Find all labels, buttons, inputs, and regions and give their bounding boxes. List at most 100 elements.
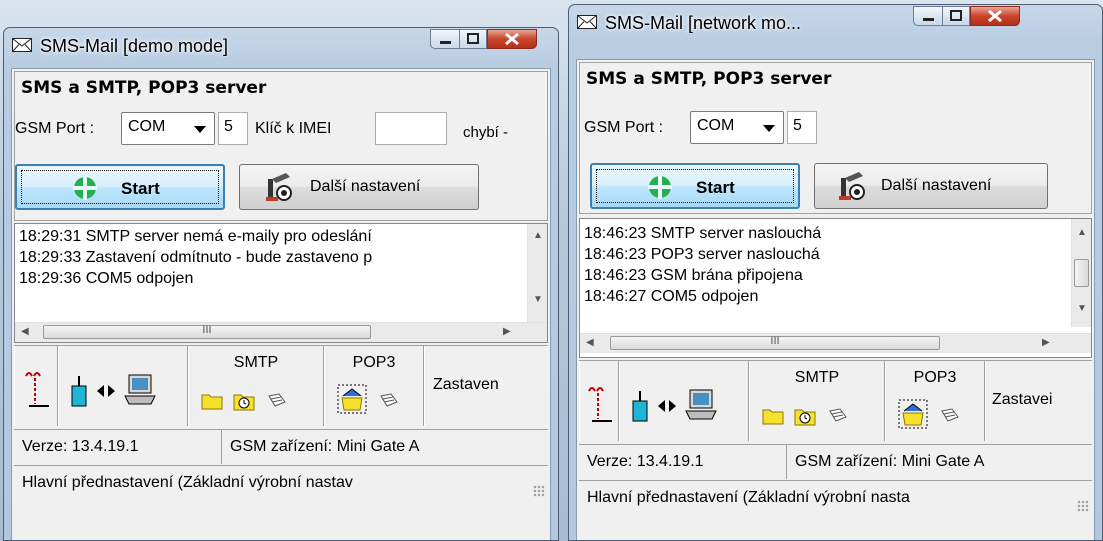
mail-tray-icon: [829, 408, 847, 422]
port-number-input[interactable]: 5: [787, 111, 817, 144]
antenna-icon: [25, 372, 49, 407]
state-label: Zastaven: [433, 376, 499, 393]
antenna-cell: [579, 361, 619, 441]
mail-tray-icon: [268, 393, 286, 407]
version-label: Verze: 13.4.19.1: [22, 438, 139, 455]
close-icon: [988, 9, 1002, 23]
horizontal-scroll-thumb[interactable]: III: [610, 335, 940, 350]
port-number-value: 5: [793, 117, 802, 134]
mail-tray-icon: [941, 408, 959, 422]
preset-label: Hlavní přednastavení (Základní výrobní n…: [22, 474, 353, 491]
scroll-grip: III: [770, 335, 780, 347]
gsm-port-value: COM: [697, 117, 735, 134]
start-button[interactable]: Start: [15, 164, 225, 210]
home-folder-icon: [337, 384, 367, 414]
device-label: GSM zařízení: Mini Gate A: [230, 438, 420, 455]
event-log-list[interactable]: 18:46:23 SMTP server naslouchá 18:46:23 …: [579, 218, 1092, 358]
port-number-value: 5: [224, 118, 233, 135]
log-entry: 18:29:36 COM5 odpojen: [19, 270, 194, 287]
start-label: Start: [696, 178, 735, 197]
scroll-right-icon[interactable]: ▶: [503, 326, 511, 337]
title-bar[interactable]: SMS-Mail [network mo...: [569, 5, 1102, 45]
resize-grip-icon[interactable]: [533, 485, 545, 497]
scroll-right-icon[interactable]: ▶: [1042, 337, 1050, 348]
log-entry: 18:46:23 GSM brána připojena: [584, 267, 803, 284]
preset-label: Hlavní přednastavení (Základní výrobní n…: [587, 489, 910, 506]
computer-icon: [124, 374, 156, 405]
close-icon: [505, 32, 519, 46]
scroll-down-icon[interactable]: ▼: [1077, 303, 1087, 314]
log-entry: 18:29:33 Zastavení odmítnuto - bude zast…: [19, 249, 373, 266]
state-cell: Zastavei: [985, 361, 1095, 441]
horizontal-scrollbar[interactable]: ◀ III ▶: [15, 322, 547, 342]
start-icon: [648, 175, 672, 199]
log-entry: 18:46:23 SMTP server naslouchá: [584, 225, 822, 242]
scroll-grip: III: [202, 324, 212, 336]
modem-icon: [632, 391, 648, 422]
smtp-cell: SMTP: [749, 361, 885, 441]
more-settings-button[interactable]: Další nastavení: [239, 164, 479, 210]
title-bar[interactable]: SMS-Mail [demo mode]: [4, 28, 558, 68]
device-cell: GSM zařízení: Mini Gate A: [787, 445, 1097, 479]
gsm-port-select[interactable]: COM: [690, 111, 784, 144]
scroll-up-icon[interactable]: ▲: [1077, 227, 1087, 238]
start-button[interactable]: Start: [590, 163, 800, 209]
preset-cell: Hlavní přednastavení (Základní výrobní n…: [579, 481, 1097, 515]
server-groupbox: SMS a SMTP, POP3 server GSM Port : COM 5…: [14, 71, 548, 221]
focus-rect: [21, 170, 219, 204]
imei-key-label: Klíč k IMEI: [255, 120, 332, 137]
gsm-port-label: GSM Port :: [584, 119, 664, 136]
scroll-down-icon[interactable]: ▼: [533, 294, 543, 305]
vertical-scrollbar[interactable]: ▲ ▼: [1071, 219, 1091, 327]
port-number-input[interactable]: 5: [218, 112, 248, 145]
close-button[interactable]: [970, 6, 1020, 26]
horizontal-scrollbar[interactable]: ◀ III ▶: [580, 333, 1091, 353]
antenna-cell: [14, 346, 58, 426]
pop3-label: POP3: [913, 369, 957, 386]
window-title: SMS-Mail [demo mode]: [40, 36, 229, 56]
horizontal-scroll-thumb[interactable]: III: [43, 324, 371, 339]
state-label: Zastavei: [992, 391, 1053, 408]
vertical-scrollbar[interactable]: ▲ ▼: [527, 224, 547, 322]
minimize-button[interactable]: [430, 29, 460, 49]
event-log-list[interactable]: 18:29:31 SMTP server nemá e-maily pro od…: [14, 223, 548, 343]
scroll-left-icon[interactable]: ◀: [586, 337, 594, 348]
maximize-button[interactable]: [459, 29, 487, 49]
minimize-icon: [440, 41, 451, 44]
group-title: SMS a SMTP, POP3 server: [21, 78, 267, 98]
chevron-down-icon: [194, 126, 206, 133]
pop3-cell: POP3: [885, 361, 985, 441]
gsm-port-label: GSM Port :: [15, 120, 95, 137]
pop3-label: POP3: [352, 354, 396, 371]
clock-icon: [794, 409, 816, 426]
maximize-icon: [950, 10, 962, 21]
minimize-button[interactable]: [913, 6, 943, 26]
close-button[interactable]: [487, 29, 537, 49]
focus-rect: [596, 169, 794, 203]
transfer-icon: [97, 385, 115, 397]
scroll-left-icon[interactable]: ◀: [21, 326, 29, 337]
resize-grip-icon[interactable]: [1077, 500, 1089, 512]
log-entry: 18:46:23 POP3 server naslouchá: [584, 246, 820, 263]
gsm-link-cell: [58, 346, 188, 426]
sms-mail-window-demo[interactable]: SMS-Mail [demo mode] SMS a SMTP, POP3 se…: [3, 27, 559, 541]
folder-icon: [201, 394, 223, 410]
antenna-icon: [588, 387, 612, 422]
window-client-area: SMS a SMTP, POP3 server GSM Port : COM 5…: [576, 59, 1095, 540]
maximize-button[interactable]: [942, 6, 970, 26]
sms-mail-window-network[interactable]: SMS-Mail [network mo... SMS a SMTP, POP3…: [568, 4, 1103, 541]
more-settings-button[interactable]: Další nastavení: [814, 163, 1048, 209]
imei-key-input[interactable]: [375, 112, 447, 145]
envelope-icon: [577, 15, 597, 29]
status-bar-1: Verze: 13.4.19.1 GSM zařízení: Mini Gate…: [579, 444, 1092, 479]
log-entry: 18:29:31 SMTP server nemá e-maily pro od…: [19, 228, 372, 245]
status-bar-2: Hlavní přednastavení (Základní výrobní n…: [14, 465, 548, 500]
minimize-icon: [923, 18, 934, 21]
more-settings-label: Další nastavení: [881, 177, 992, 194]
version-label: Verze: 13.4.19.1: [587, 453, 704, 470]
status-panel: SMTP POP3: [14, 345, 548, 428]
vertical-scroll-thumb[interactable]: [1074, 259, 1089, 287]
scroll-up-icon[interactable]: ▲: [533, 230, 543, 241]
window-client-area: SMS a SMTP, POP3 server GSM Port : COM 5…: [11, 68, 551, 540]
gsm-port-select[interactable]: COM: [121, 112, 215, 145]
